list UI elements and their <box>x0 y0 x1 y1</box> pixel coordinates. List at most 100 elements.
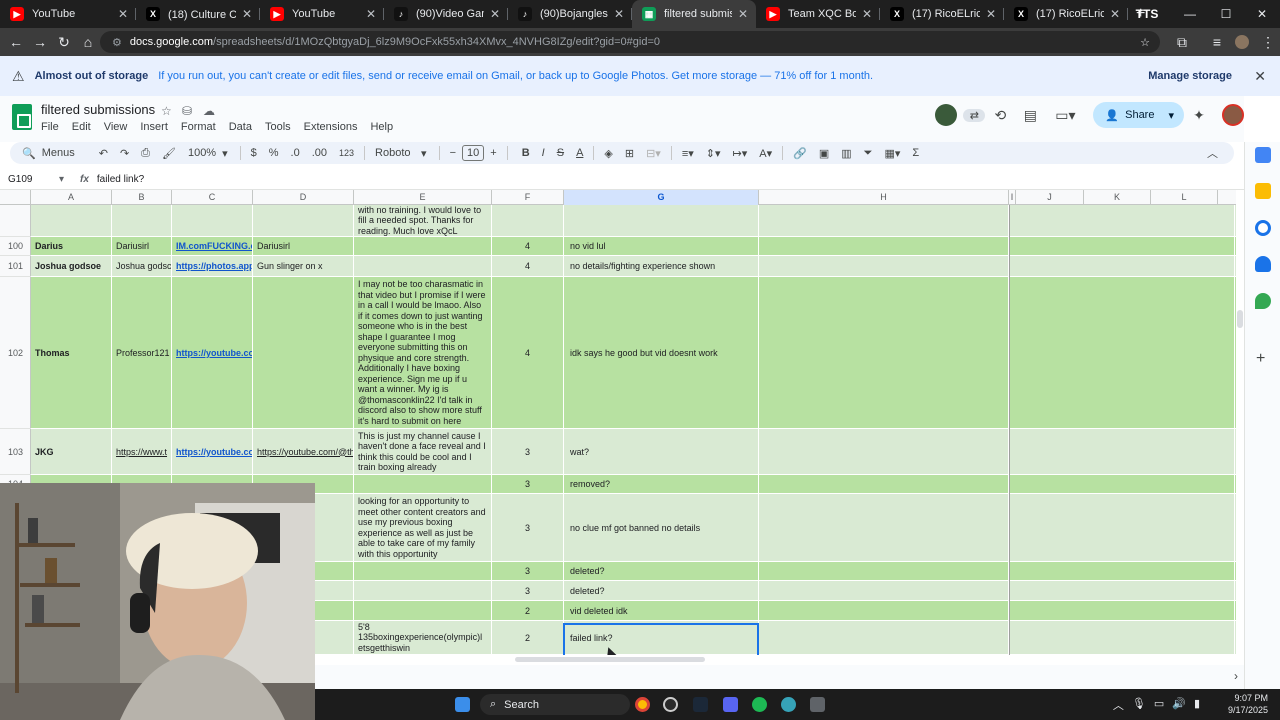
cell-h[interactable] <box>759 205 1009 236</box>
cell-f[interactable]: 4 <box>492 237 564 255</box>
maximize-button[interactable]: ☐ <box>1208 7 1244 21</box>
bold-button[interactable]: B <box>522 147 530 159</box>
start-button-icon[interactable] <box>455 697 470 712</box>
close-tab-icon[interactable]: ✕ <box>242 7 252 21</box>
chrome-icon[interactable] <box>635 697 650 712</box>
cell-g[interactable]: idk says he good but vid doesnt work <box>564 277 759 428</box>
share-dropdown-icon[interactable]: ▾ <box>1168 109 1174 122</box>
cell-f[interactable]: 2 <box>492 621 564 654</box>
cell-h[interactable] <box>759 621 1009 654</box>
cell-j-l[interactable] <box>1010 601 1235 620</box>
insert-comment-icon[interactable]: ▣ <box>819 147 829 160</box>
browser-tab[interactable]: ▦ filtered submissions ✕ <box>632 0 756 28</box>
cell-e[interactable]: with no training. I would love to fill a… <box>354 205 492 236</box>
bookmark-star-icon[interactable]: ☆ <box>1140 36 1150 49</box>
search-menus-label[interactable]: Menus <box>42 147 75 159</box>
back-icon[interactable]: ← <box>4 34 28 50</box>
cell-b[interactable]: Professor121 <box>112 277 172 428</box>
select-all-corner[interactable] <box>0 190 31 205</box>
column-header-f[interactable]: F <box>492 190 564 205</box>
volume-icon[interactable]: 🔊 <box>1172 697 1186 713</box>
cell-b[interactable] <box>112 205 172 236</box>
site-info-icon[interactable]: ⚙ <box>112 36 122 49</box>
increase-decimal-button[interactable]: .00 <box>312 147 327 159</box>
column-header-l[interactable]: L <box>1151 190 1218 205</box>
close-banner-icon[interactable]: ✕ <box>1254 68 1266 85</box>
cell-g[interactable] <box>564 205 759 236</box>
close-tab-icon[interactable]: ✕ <box>118 7 128 21</box>
font-size-input[interactable]: 10 <box>462 145 485 161</box>
network-app-icon[interactable] <box>781 697 796 712</box>
row-header[interactable] <box>0 205 31 237</box>
cell-e[interactable] <box>354 237 492 255</box>
cell-j-l[interactable] <box>1010 237 1235 255</box>
cell-f[interactable]: 3 <box>492 475 564 493</box>
browser-tab[interactable]: ♪ (90)Bojangles Custon ✕ <box>508 0 632 28</box>
number-format-button[interactable]: 123 <box>339 148 354 158</box>
menu-format[interactable]: Format <box>181 121 216 133</box>
cell-a[interactable]: Joshua godsoe <box>31 256 112 276</box>
menu-edit[interactable]: Edit <box>72 121 91 133</box>
cell-g[interactable]: no details/fighting experience shown <box>564 256 759 276</box>
gemini-icon[interactable]: ✦ <box>1184 107 1214 124</box>
cell-c[interactable]: https://youtube.co <box>172 429 253 474</box>
cell-c[interactable]: https://photos.app <box>172 256 253 276</box>
cell-c[interactable]: IM.comFUCKING.c <box>172 237 253 255</box>
cell-f[interactable]: 4 <box>492 277 564 428</box>
browser-tab[interactable]: X (17) RicoELricoo on X ✕ <box>880 0 1004 28</box>
sheets-logo-icon[interactable] <box>12 104 32 130</box>
row-header[interactable]: 103 <box>0 429 31 475</box>
menu-insert[interactable]: Insert <box>140 121 168 133</box>
vertical-scrollbar[interactable] <box>1236 190 1244 655</box>
cell-b[interactable]: https://www.t <box>112 429 172 474</box>
cell-h[interactable] <box>759 429 1009 474</box>
cell-j-l[interactable] <box>1010 256 1235 276</box>
cell-j-l[interactable] <box>1010 205 1235 236</box>
font-size-increase-button[interactable]: + <box>490 147 496 159</box>
column-header-g[interactable]: G <box>564 190 759 205</box>
extensions-icon[interactable]: ⧉ <box>1170 34 1194 51</box>
media-icon[interactable]: ≡ <box>1205 34 1229 50</box>
menu-tools[interactable]: Tools <box>265 121 291 133</box>
cell-h[interactable] <box>759 237 1009 255</box>
fill-color-icon[interactable]: ◈ <box>604 147 612 160</box>
comments-icon[interactable]: ▤ <box>1015 107 1045 124</box>
forward-icon[interactable]: → <box>28 34 52 50</box>
close-window-button[interactable]: ✕ <box>1244 7 1280 21</box>
account-avatar[interactable] <box>1222 104 1244 126</box>
row-header[interactable]: 102 <box>0 277 31 429</box>
insert-link-icon[interactable]: 🔗 <box>793 147 807 160</box>
meet-icon[interactable]: ▭▾ <box>1045 107 1085 124</box>
name-box[interactable]: G109 <box>0 174 70 185</box>
cell-h[interactable] <box>759 277 1009 428</box>
zoom-dropdown-icon[interactable]: ▾ <box>222 147 228 160</box>
version-history-icon[interactable]: ⟲ <box>985 107 1015 124</box>
browser-menu-icon[interactable]: ⋮ <box>1256 34 1280 51</box>
cell-g[interactable]: no clue mf got banned no details <box>564 494 759 561</box>
vertical-align-icon[interactable]: ⇕▾ <box>706 147 721 160</box>
address-bar[interactable]: ⚙ docs.google.com/spreadsheets/d/1MOzQbt… <box>100 31 1160 53</box>
italic-button[interactable]: I <box>542 147 545 159</box>
close-tab-icon[interactable]: ✕ <box>614 7 624 21</box>
cell-e[interactable] <box>354 601 492 620</box>
close-tab-icon[interactable]: ✕ <box>1110 7 1120 21</box>
percent-format-button[interactable]: % <box>269 147 279 159</box>
close-tab-icon[interactable]: ✕ <box>366 7 376 21</box>
collapse-toolbar-icon[interactable]: ︿ <box>1207 145 1218 161</box>
search-menus-icon[interactable]: 🔍 <box>22 147 36 160</box>
cloud-status-icon[interactable]: ☁ <box>203 104 215 118</box>
cell-j-l[interactable] <box>1010 562 1235 580</box>
cell-g[interactable]: deleted? <box>564 581 759 600</box>
browser-tab[interactable]: ▶ YouTube ✕ <box>260 0 384 28</box>
maps-icon[interactable] <box>1255 293 1271 309</box>
taskbar-search[interactable]: ⌕ Search <box>480 694 630 715</box>
cell-a[interactable]: Darius <box>31 237 112 255</box>
cell-h[interactable] <box>759 494 1009 561</box>
cell-g[interactable]: wat? <box>564 429 759 474</box>
cell-g[interactable]: removed? <box>564 475 759 493</box>
horizontal-scroll-thumb[interactable] <box>515 657 705 662</box>
merge-cells-icon[interactable]: ⊟▾ <box>646 147 661 160</box>
cell-a[interactable]: JKG <box>31 429 112 474</box>
cell-d[interactable]: Gun slinger on x <box>253 256 354 276</box>
explore-icon[interactable]: › <box>1234 669 1238 683</box>
